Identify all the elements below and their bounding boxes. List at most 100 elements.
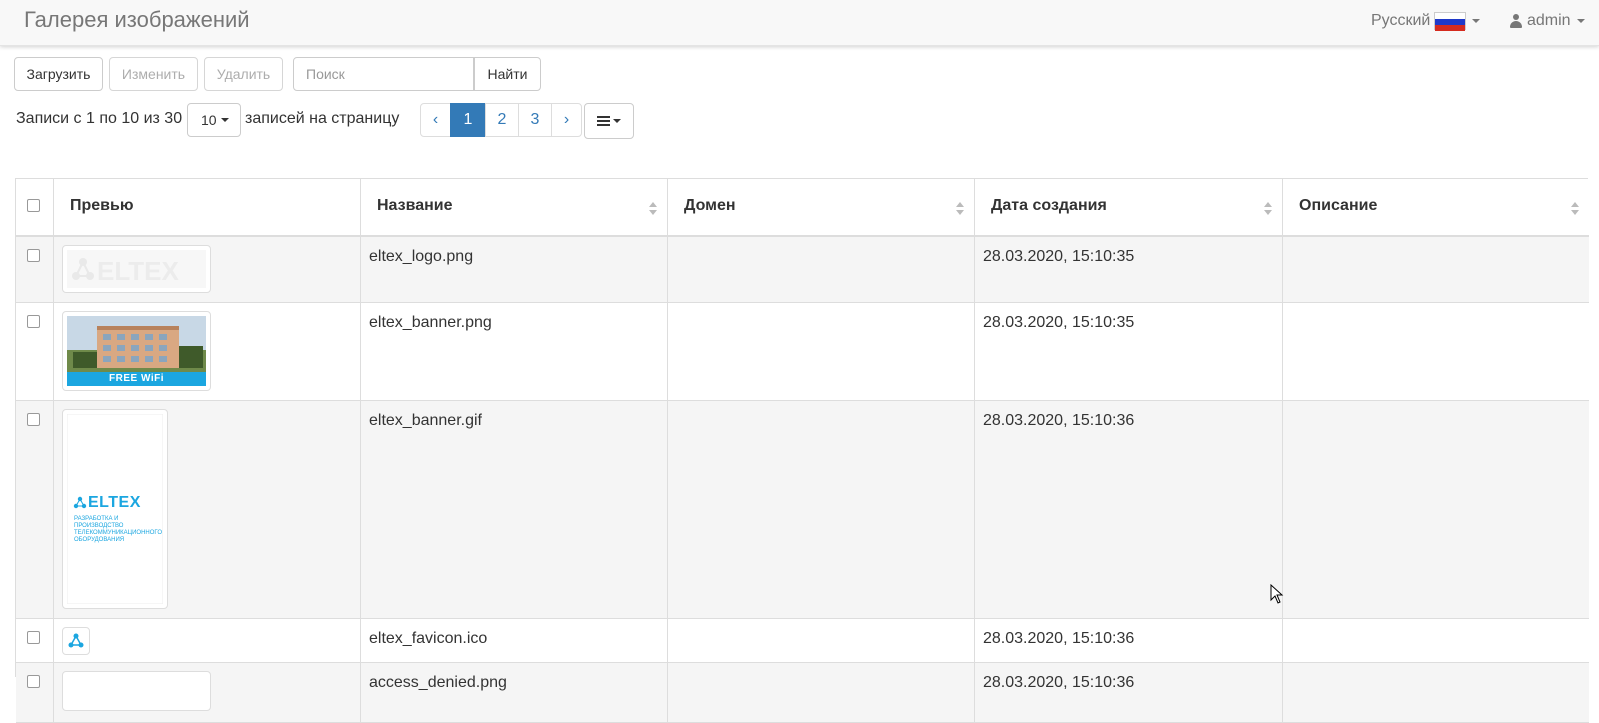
row-checkbox-cell [16, 663, 53, 722]
records-info: Записи с 1 по 10 из 30 [16, 110, 183, 127]
caret-down-icon [1576, 19, 1585, 23]
delete-button[interactable]: Удалить [204, 57, 283, 91]
file-name: eltex_banner.png [369, 314, 492, 331]
eltex-favicon-icon [68, 633, 84, 648]
column-header-description[interactable]: Описание [1282, 179, 1589, 235]
edit-button[interactable]: Изменить [109, 57, 198, 91]
row-checkbox-cell [16, 237, 53, 302]
select-all-checkbox[interactable] [27, 199, 40, 212]
sort-icon [1264, 202, 1272, 216]
column-header-created[interactable]: Дата создания [974, 179, 1282, 235]
language-dropdown[interactable]: Русский [1371, 12, 1481, 31]
row-checkbox[interactable] [27, 249, 40, 262]
sort-icon [956, 202, 964, 216]
row-checkbox[interactable] [27, 631, 40, 644]
access-denied-thumbnail[interactable] [62, 671, 211, 711]
file-name: eltex_favicon.ico [369, 630, 488, 647]
created-date: 28.03.2020, 15:10:36 [983, 412, 1135, 429]
eltex-logo-icon: ELTEX [72, 256, 180, 286]
column-header-preview[interactable]: Превью [53, 179, 360, 235]
domain-cell [667, 401, 974, 618]
row-checkbox-cell [16, 619, 53, 662]
file-name: eltex_banner.gif [369, 412, 482, 429]
created-date: 28.03.2020, 15:10:36 [983, 630, 1135, 647]
description-cell [1282, 303, 1589, 400]
caret-down-icon [1472, 19, 1481, 23]
navbar: Галерея изображений Русский admin [0, 0, 1599, 46]
pagination: ‹ 1 2 3 › [420, 103, 582, 137]
name-cell: eltex_banner.gif [360, 401, 667, 618]
description-cell [1282, 663, 1589, 722]
caret-down-icon [220, 118, 229, 122]
search-input[interactable]: Поиск [293, 57, 474, 91]
preview-cell: ELTEX [53, 237, 360, 302]
preview-cell [53, 663, 360, 722]
table-header-row: Превью Название Домен Дата создания Опис… [16, 179, 1589, 237]
table-row[interactable]: ELTEX eltex_logo.png 28.03.2020, 15:10:3… [16, 237, 1589, 303]
name-cell: eltex_logo.png [360, 237, 667, 302]
column-header-label: Дата создания [991, 197, 1107, 214]
find-button[interactable]: Найти [474, 57, 541, 91]
caret-down-icon [613, 119, 621, 123]
column-header-label: Название [377, 197, 453, 214]
banner-caption: РАЗРАБОТКА И ПРОИЗВОДСТВО ТЕЛЕКОММУНИКАЦ… [74, 516, 162, 543]
name-cell: eltex_favicon.ico [360, 619, 667, 662]
page-next[interactable]: › [551, 103, 582, 137]
name-cell: eltex_banner.png [360, 303, 667, 400]
created-cell: 28.03.2020, 15:10:36 [974, 619, 1282, 662]
eltex-logo-thumbnail[interactable]: ELTEX [62, 245, 211, 293]
building-banner-thumbnail[interactable]: FREE WiFi [62, 311, 211, 391]
file-name: eltex_logo.png [369, 248, 474, 265]
created-cell: 28.03.2020, 15:10:36 [974, 401, 1282, 618]
created-date: 28.03.2020, 15:10:35 [983, 314, 1135, 331]
created-cell: 28.03.2020, 15:10:35 [974, 237, 1282, 302]
page-2[interactable]: 2 [485, 103, 519, 137]
sort-icon [649, 202, 657, 216]
domain-cell [667, 663, 974, 722]
list-icon [597, 116, 610, 126]
page-size-dropdown[interactable]: 10 [187, 103, 241, 137]
preview-cell: FREE WiFi [53, 303, 360, 400]
table-row[interactable]: eltex_favicon.ico 28.03.2020, 15:10:36 [16, 619, 1589, 663]
created-cell: 28.03.2020, 15:10:36 [974, 663, 1282, 722]
domain-cell [667, 237, 974, 302]
name-cell: access_denied.png [360, 663, 667, 722]
table-row[interactable]: FREE WiFi eltex_banner.png 28.03.2020, 1… [16, 303, 1589, 401]
row-checkbox-cell [16, 303, 53, 400]
page-title: Галерея изображений [24, 7, 250, 32]
russian-flag-icon [1434, 12, 1467, 31]
preview-cell: ELTEX РАЗРАБОТКА И ПРОИЗВОДСТВО ТЕЛЕКОММ… [53, 401, 360, 618]
description-cell [1282, 619, 1589, 662]
description-cell [1282, 401, 1589, 618]
preview-cell [53, 619, 360, 662]
column-header-domain[interactable]: Домен [667, 179, 974, 235]
eltex-favicon-thumbnail[interactable] [62, 627, 90, 655]
columns-toggle-button[interactable] [584, 103, 634, 139]
description-cell [1282, 237, 1589, 302]
column-header-label: Описание [1299, 197, 1378, 214]
row-checkbox[interactable] [27, 315, 40, 328]
domain-cell [667, 303, 974, 400]
per-page-label: записей на страницу [245, 110, 400, 127]
page-prev[interactable]: ‹ [420, 103, 451, 137]
username: admin [1527, 12, 1571, 29]
table-row[interactable]: access_denied.png 28.03.2020, 15:10:36 [16, 663, 1589, 723]
gallery-table: Превью Название Домен Дата создания Опис… [15, 178, 1589, 723]
column-header-label: Превью [70, 197, 134, 214]
page-3[interactable]: 3 [518, 103, 552, 137]
page-1[interactable]: 1 [450, 103, 486, 137]
user-menu[interactable]: admin [1510, 12, 1585, 30]
language-label: Русский [1371, 12, 1431, 29]
header-checkbox-cell [16, 179, 53, 235]
page-size-value: 10 [201, 112, 217, 128]
banner-logo-text: ELTEX [88, 494, 141, 511]
row-checkbox[interactable] [27, 413, 40, 426]
column-header-name[interactable]: Название [360, 179, 667, 235]
table-row[interactable]: ELTEX РАЗРАБОТКА И ПРОИЗВОДСТВО ТЕЛЕКОММ… [16, 401, 1589, 619]
eltex-vertical-banner-thumbnail[interactable]: ELTEX РАЗРАБОТКА И ПРОИЗВОДСТВО ТЕЛЕКОММ… [62, 409, 168, 609]
row-checkbox-cell [16, 401, 53, 618]
upload-button[interactable]: Загрузить [14, 57, 103, 91]
domain-cell [667, 619, 974, 662]
user-icon [1510, 14, 1522, 28]
sort-icon [1571, 202, 1579, 216]
